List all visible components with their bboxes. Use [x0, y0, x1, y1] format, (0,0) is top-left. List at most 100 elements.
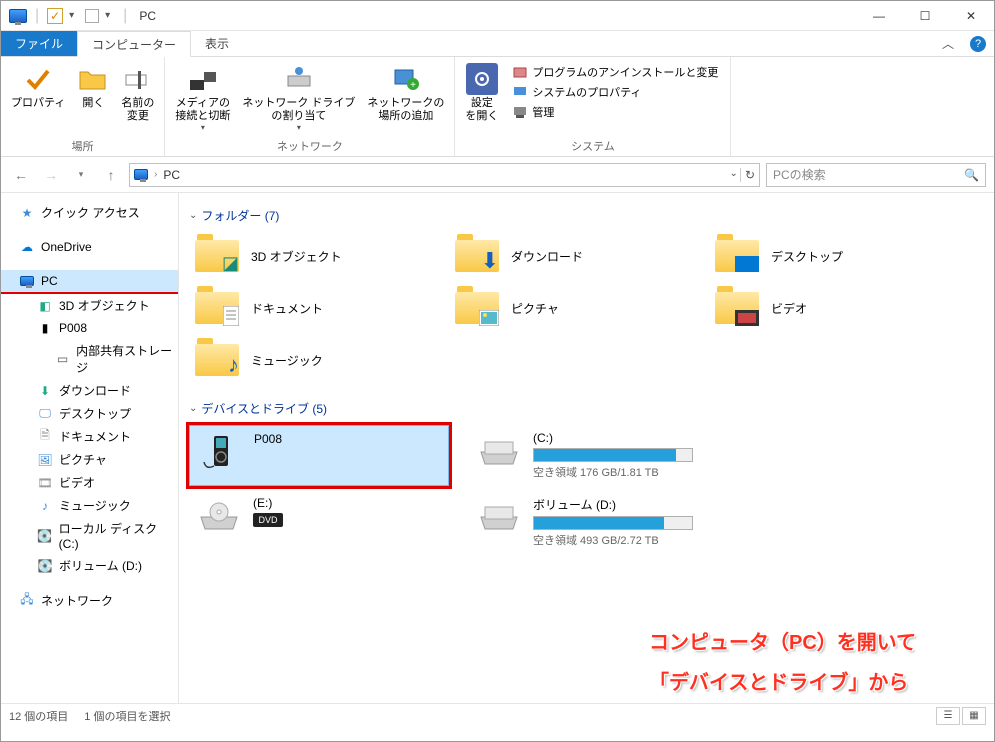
- folder-open-icon: [77, 63, 109, 95]
- checkmark-icon: [22, 63, 54, 95]
- item-count: 12 個の項目: [9, 708, 68, 724]
- cloud-icon: ☁: [19, 239, 35, 255]
- mp3-player-icon: [196, 432, 244, 472]
- folder-documents[interactable]: ドキュメント: [189, 284, 429, 332]
- sidebar-item-downloads[interactable]: ⬇ ダウンロード: [1, 379, 178, 402]
- main-area: ★ クイック アクセス ☁ OneDrive PC ◧ 3D オブジェクト ▮ …: [1, 193, 994, 703]
- details-view-button[interactable]: ☰: [936, 707, 960, 725]
- back-button[interactable]: ←: [9, 163, 33, 187]
- rename-icon: [122, 63, 154, 95]
- section-folders[interactable]: ⌄ フォルダー (7): [189, 207, 984, 224]
- folder-desktop[interactable]: デスクトップ: [709, 232, 949, 280]
- open-button[interactable]: 開く: [73, 61, 113, 112]
- add-location-button[interactable]: + ネットワークの 場所の追加: [363, 61, 448, 125]
- desktop-icon: [735, 256, 759, 274]
- dvd-drive-icon: [195, 496, 243, 536]
- recent-dropdown[interactable]: ▾: [69, 163, 93, 187]
- cube-icon: ◪: [222, 253, 239, 274]
- properties-button[interactable]: プロパティ: [7, 61, 69, 112]
- folder-music[interactable]: ♪ ミュージック: [189, 336, 429, 384]
- properties-qat-icon[interactable]: ✓: [47, 8, 63, 24]
- star-icon: ★: [19, 205, 35, 221]
- folders-grid: ◪ 3D オブジェクト ⬇ ダウンロード デスクトップ ドキュメント ピクチャ: [189, 232, 984, 384]
- sidebar-item-internal-storage[interactable]: ▭ 内部共有ストレージ: [1, 339, 178, 379]
- navigation-pane: ★ クイック アクセス ☁ OneDrive PC ◧ 3D オブジェクト ▮ …: [1, 193, 179, 703]
- large-icons-view-button[interactable]: ▦: [962, 707, 986, 725]
- sidebar-item-onedrive[interactable]: ☁ OneDrive: [1, 236, 178, 258]
- cube-icon: ◧: [37, 298, 53, 314]
- manage-icon: [512, 104, 528, 120]
- folder-3d-objects[interactable]: ◪ 3D オブジェクト: [189, 232, 429, 280]
- settings-button[interactable]: 設定 を開く: [461, 61, 502, 125]
- drive-p008[interactable]: P008: [189, 425, 449, 486]
- folder-pictures[interactable]: ピクチャ: [449, 284, 689, 332]
- sidebar-item-p008[interactable]: ▮ P008: [1, 317, 178, 339]
- search-placeholder: PCの検索: [773, 166, 826, 183]
- folder-videos[interactable]: ビデオ: [709, 284, 949, 332]
- tab-file[interactable]: ファイル: [1, 31, 77, 56]
- separator: |: [35, 7, 39, 25]
- minimize-button[interactable]: —: [856, 1, 902, 31]
- chevron-down-icon: ⌄: [189, 210, 197, 221]
- system-properties-button[interactable]: システムのプロパティ: [510, 83, 720, 101]
- document-icon: 🗎: [37, 429, 53, 445]
- separator: |: [123, 7, 127, 25]
- gear-icon: [466, 63, 498, 95]
- sidebar-item-quick-access[interactable]: ★ クイック アクセス: [1, 201, 178, 224]
- map-drive-button[interactable]: ネットワーク ドライブ の割り当て ▾: [238, 61, 359, 134]
- picture-icon: 🖼: [37, 452, 53, 468]
- rename-button[interactable]: 名前の 変更: [117, 61, 158, 125]
- address-dropdown-icon[interactable]: ⌄: [730, 168, 738, 182]
- breadcrumb[interactable]: PC: [163, 168, 180, 182]
- help-icon[interactable]: ?: [970, 36, 986, 52]
- drive-volume-d[interactable]: ボリューム (D:) 空き領域 493 GB/2.72 TB: [469, 490, 729, 554]
- sidebar-item-volume-d[interactable]: 💽 ボリューム (D:): [1, 554, 178, 577]
- forward-button[interactable]: →: [39, 163, 63, 187]
- uninstall-button[interactable]: プログラムのアンインストールと変更: [510, 63, 720, 81]
- drive-dvd-e[interactable]: (E:) DVD: [189, 490, 449, 554]
- address-input[interactable]: › PC ⌄ ↻: [129, 163, 760, 187]
- sidebar-item-documents[interactable]: 🗎 ドキュメント: [1, 425, 178, 448]
- drive-icon: ▭: [55, 351, 70, 367]
- blank-qat-icon[interactable]: [85, 9, 99, 23]
- tab-view[interactable]: 表示: [191, 31, 243, 56]
- sidebar-item-pc[interactable]: PC: [1, 270, 178, 294]
- document-icon: [223, 306, 239, 326]
- annotation-overlay: コンピュータ（PC）を開いて 「デバイスとドライブ」から スマホのアイコンをダブ…: [649, 623, 987, 703]
- refresh-button[interactable]: ↻: [740, 168, 755, 182]
- dvd-badge: DVD: [253, 513, 283, 527]
- ribbon-group-system: 設定 を開く プログラムのアンインストールと変更 システムのプロパティ 管理 シ…: [455, 57, 731, 156]
- up-button[interactable]: ↑: [99, 163, 123, 187]
- sidebar-item-music[interactable]: ♪ ミュージック: [1, 494, 178, 517]
- sidebar-item-desktop[interactable]: 🖵 デスクトップ: [1, 402, 178, 425]
- add-location-icon: +: [390, 63, 422, 95]
- sidebar-item-pictures[interactable]: 🖼 ピクチャ: [1, 448, 178, 471]
- sidebar-item-local-disk[interactable]: 💽 ローカル ディスク (C:): [1, 517, 178, 554]
- search-input[interactable]: PCの検索 🔍: [766, 163, 986, 187]
- drive-local-c[interactable]: (C:) 空き領域 176 GB/1.81 TB: [469, 425, 729, 486]
- qat-dropdown-icon[interactable]: ▾: [69, 10, 79, 21]
- search-icon: 🔍: [964, 168, 979, 182]
- tab-computer[interactable]: コンピューター: [77, 31, 191, 57]
- manage-button[interactable]: 管理: [510, 103, 720, 121]
- section-devices[interactable]: ⌄ デバイスとドライブ (5): [189, 400, 984, 417]
- media-button[interactable]: メディアの 接続と切断 ▾: [171, 61, 234, 134]
- chevron-down-icon: ⌄: [189, 403, 197, 414]
- qat-overflow-icon[interactable]: ▾: [105, 10, 115, 21]
- media-icon: [187, 63, 219, 95]
- network-icon: 🖧: [19, 593, 35, 609]
- hdd-icon: [475, 431, 523, 471]
- sidebar-item-3d-objects[interactable]: ◧ 3D オブジェクト: [1, 294, 178, 317]
- folder-downloads[interactable]: ⬇ ダウンロード: [449, 232, 689, 280]
- film-icon: [735, 310, 759, 326]
- ribbon-tabs: ファイル コンピューター 表示 ︿ ?: [1, 31, 994, 57]
- maximize-button[interactable]: ☐: [902, 1, 948, 31]
- ribbon-collapse-icon[interactable]: ︿: [934, 31, 962, 56]
- close-button[interactable]: ✕: [948, 1, 994, 31]
- ribbon: プロパティ 開く 名前の 変更 場所 メディアの 接続と切断 ▾ ネットワーク …: [1, 57, 994, 157]
- sidebar-item-videos[interactable]: 🎞 ビデオ: [1, 471, 178, 494]
- qat: | ✓ ▾ ▾ | PC: [1, 7, 156, 25]
- sidebar-item-network[interactable]: 🖧 ネットワーク: [1, 589, 178, 612]
- monitor-icon: [512, 84, 528, 100]
- content-pane: ⌄ フォルダー (7) ◪ 3D オブジェクト ⬇ ダウンロード デスクトップ …: [179, 193, 994, 703]
